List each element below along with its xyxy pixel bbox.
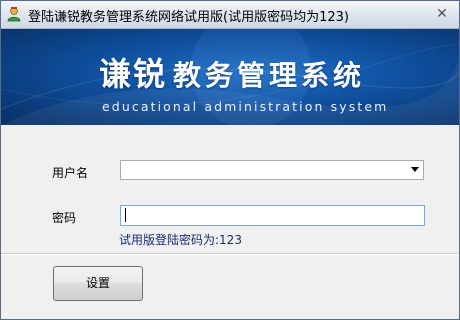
settings-button[interactable]: 设置	[53, 266, 143, 301]
text-caret	[125, 208, 126, 222]
banner-system-name: 教务管理系统	[173, 59, 366, 92]
divider-highlight	[1, 254, 459, 255]
title-bar[interactable]: 登陆谦锐教务管理系统网络试用版(试用版密码均为123) ✕	[1, 1, 459, 29]
window-title: 登陆谦锐教务管理系统网络试用版(试用版密码均为123)	[28, 10, 349, 25]
login-window: 登陆谦锐教务管理系统网络试用版(试用版密码均为123) ✕ 谦锐 教务管理系统 e…	[0, 0, 460, 320]
banner-title: 谦锐 教务管理系统	[99, 49, 365, 95]
banner: 谦锐 教务管理系统 educational administration syst…	[1, 29, 459, 125]
username-combobox[interactable]	[120, 160, 424, 180]
password-label: 密码	[52, 211, 77, 225]
app-user-icon	[6, 6, 22, 22]
username-label: 用户名	[52, 166, 89, 180]
banner-brand: 谦锐	[99, 55, 168, 93]
close-icon[interactable]: ✕	[433, 6, 451, 22]
chevron-down-icon[interactable]	[411, 167, 419, 172]
password-field[interactable]	[120, 205, 425, 226]
banner-subtitle: educational administration system	[102, 99, 389, 114]
password-hint: 试用版登陆密码为:123	[119, 233, 242, 247]
